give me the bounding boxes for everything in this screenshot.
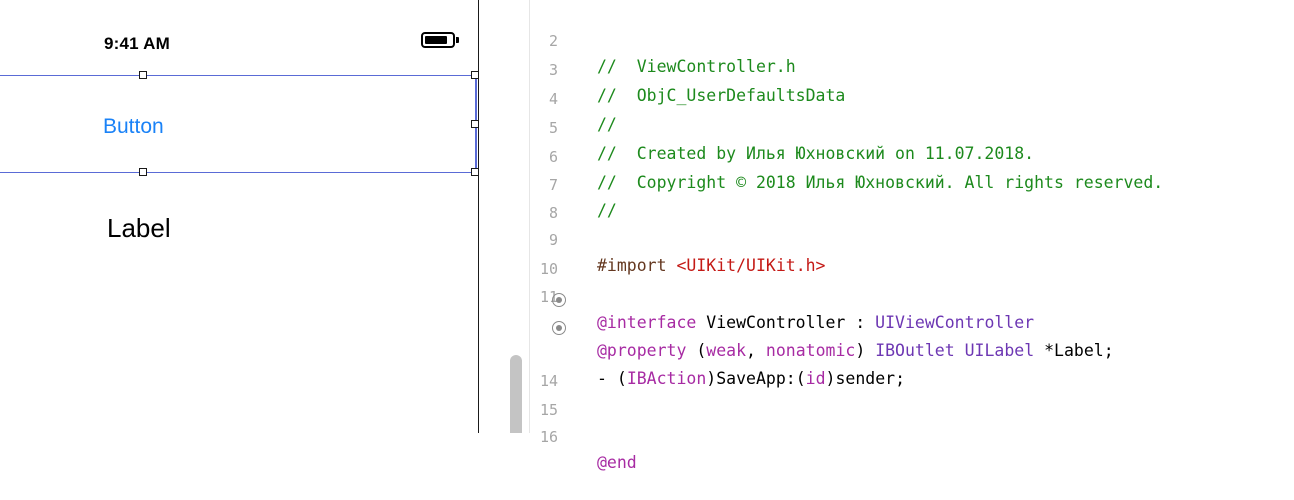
code-line[interactable]: 2 // ViewController.h [530, 4, 1294, 76]
storyboard-button[interactable]: Button [103, 115, 164, 139]
code-line[interactable]: @property (weak, nonatomic) IBOutlet UIL… [530, 288, 1294, 360]
end-keyword: @end [597, 453, 637, 472]
storyboard-canvas[interactable]: 9:41 AM Button Label [0, 0, 496, 433]
storyboard-label[interactable]: Label [107, 213, 171, 244]
resize-handle-top-right[interactable] [471, 71, 479, 79]
code-line[interactable]: 15 [530, 373, 1294, 419]
resize-handle-top[interactable] [139, 71, 147, 79]
selection-guide-top [0, 75, 476, 76]
resize-handle-bottom[interactable] [139, 168, 147, 176]
code-line[interactable]: 3 // ObjC_UserDefaultsData [530, 33, 1294, 105]
battery-full-icon [421, 32, 455, 48]
code-line[interactable]: 4 // [530, 62, 1294, 134]
code-line[interactable]: 9 #import <UIKit/UIKit.h> [530, 203, 1294, 275]
resize-handle-bottom-right[interactable] [471, 168, 479, 176]
view-controller-scene[interactable]: 9:41 AM Button Label [0, 0, 479, 433]
resize-handle-right[interactable] [471, 120, 479, 128]
code-line[interactable]: 11 @interface ViewController : UIViewCon… [530, 260, 1294, 332]
source-editor[interactable]: 2 // ViewController.h 3 // ObjC_UserDefa… [530, 0, 1294, 472]
battery-level-fill [425, 36, 447, 44]
battery-tip-icon [456, 37, 459, 43]
code-line[interactable]: 7 // [530, 148, 1294, 220]
code-line[interactable]: 10 [530, 232, 1294, 278]
outlet-connection-icon[interactable] [552, 293, 566, 307]
code-line[interactable]: 16 @end [530, 400, 1294, 472]
code-line[interactable]: 6 // Copyright © 2018 Илья Юхновский. Al… [530, 120, 1294, 192]
selection-guide-bottom [0, 172, 476, 173]
canvas-scrollbar-thumb[interactable] [510, 355, 522, 433]
line-number: 16 [539, 428, 558, 446]
code-line[interactable]: 14 [530, 344, 1294, 390]
code-line[interactable]: - (IBAction)SaveApp:(id)sender; [530, 316, 1294, 388]
action-connection-icon[interactable] [552, 321, 566, 335]
code-line[interactable]: 5 // Created by Илья Юхновский on 11.07.… [530, 91, 1294, 163]
status-bar-time: 9:41 AM [104, 34, 170, 53]
code-line[interactable]: 8 [530, 176, 1294, 222]
